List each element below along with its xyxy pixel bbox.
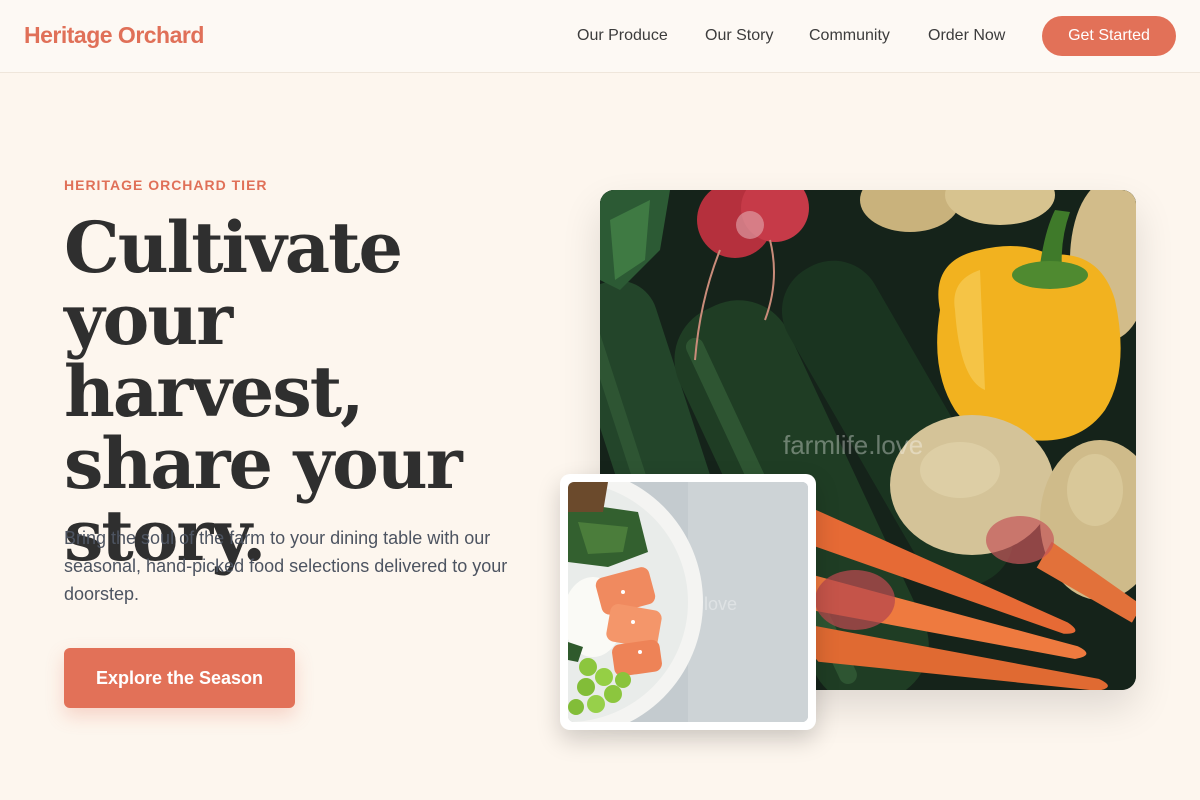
bowl-photo-card: love	[560, 474, 816, 730]
nav-our-produce[interactable]: Our Produce	[577, 27, 668, 45]
poke-bowl-illustration: love	[568, 482, 808, 722]
hero-eyebrow: HERITAGE ORCHARD TIER	[64, 177, 268, 193]
headline-line: share your	[64, 422, 463, 505]
nav-our-story[interactable]: Our Story	[705, 27, 773, 45]
top-navbar: Heritage Orchard Our Produce Our Story C…	[0, 0, 1200, 73]
nav-order-now[interactable]: Order Now	[928, 27, 1005, 45]
headline-line: harvest,	[64, 350, 364, 433]
inset-watermark: love	[704, 594, 737, 614]
hero-description: Bring the soul of the farm to your dinin…	[64, 528, 508, 604]
nav-community[interactable]: Community	[809, 27, 890, 45]
explore-season-button[interactable]: Explore the Season	[64, 648, 295, 708]
hero-headline: Cultivate your harvest, share your story…	[64, 212, 564, 572]
bowl-photo: love	[568, 482, 808, 722]
brand-logo[interactable]: Heritage Orchard	[24, 22, 204, 49]
headline-line: Cultivate your	[64, 206, 403, 361]
get-started-button[interactable]: Get Started	[1042, 16, 1176, 56]
photo-watermark: farmlife.love	[783, 430, 923, 460]
